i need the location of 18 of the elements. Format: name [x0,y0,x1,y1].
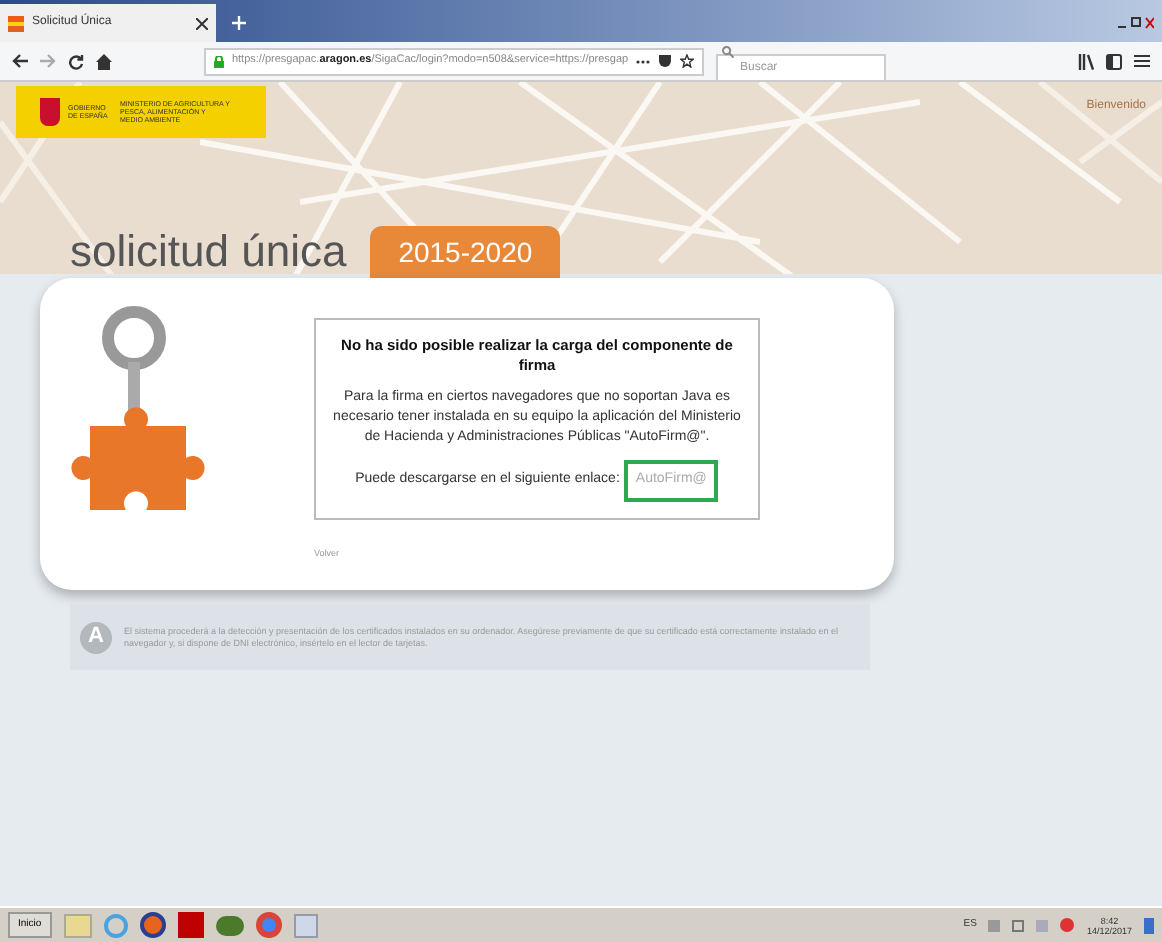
shield-icon[interactable] [658,54,673,68]
close-icon[interactable] [196,17,208,29]
security-icon[interactable] [1060,918,1075,932]
key-puzzle-icon [70,302,210,512]
page-title: solicitud única [70,226,347,278]
library-icon[interactable] [1078,53,1094,69]
info-badge: A [80,621,112,653]
search-icon [722,45,734,57]
menu-icon[interactable] [1134,54,1150,68]
sidebar-icon[interactable] [1106,53,1122,69]
back-icon[interactable] [12,54,28,68]
window-controls-icon[interactable] [1118,16,1154,30]
new-tab-icon[interactable] [232,16,246,30]
coat-of-arms-icon [40,98,60,126]
lock-icon [214,55,224,67]
reload-icon[interactable] [68,53,84,69]
home-icon[interactable] [96,53,112,69]
star-icon[interactable] [680,54,695,68]
